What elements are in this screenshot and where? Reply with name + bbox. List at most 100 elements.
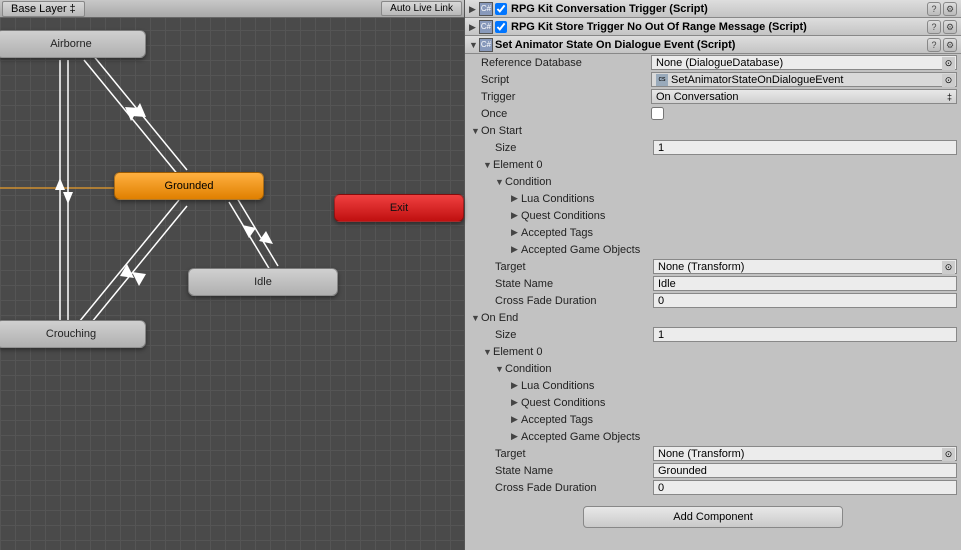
object-picker-icon[interactable]: ⊙: [942, 57, 955, 70]
foldout-accepted-tags[interactable]: ▶Accepted Tags: [465, 224, 961, 241]
object-picker-icon[interactable]: ⊙: [942, 448, 955, 461]
chevron-down-icon: ▼: [483, 347, 493, 357]
gear-icon[interactable]: ⚙: [943, 20, 957, 34]
gear-icon[interactable]: ⚙: [943, 38, 957, 52]
chevron-down-icon: ▼: [471, 313, 481, 323]
foldout-quest-conditions-end[interactable]: ▶Quest Conditions: [465, 394, 961, 411]
inspector-panel[interactable]: ▶ C# RPG Kit Conversation Trigger (Scrip…: [464, 0, 961, 550]
prop-label: Once: [481, 108, 651, 120]
foldout-on-end[interactable]: ▼ On End: [465, 309, 961, 326]
foldout-element-0-end[interactable]: ▼ Element 0: [465, 343, 961, 360]
script-icon: C#: [479, 20, 493, 34]
on-end-size-field[interactable]: [653, 327, 957, 342]
prop-reference-database: Reference Database None (DialogueDatabas…: [465, 54, 961, 71]
state-airborne[interactable]: Airborne: [0, 30, 146, 58]
state-grounded[interactable]: Grounded: [114, 172, 264, 200]
foldout-quest-conditions[interactable]: ▶Quest Conditions: [465, 207, 961, 224]
prop-cross-fade-start: Cross Fade Duration: [465, 292, 961, 309]
foldout-lua-conditions-end[interactable]: ▶Lua Conditions: [465, 377, 961, 394]
add-component-row: Add Component: [465, 496, 961, 538]
foldout-on-start[interactable]: ▼ On Start: [465, 122, 961, 139]
chevron-right-icon: ▶: [511, 244, 521, 255]
add-component-button[interactable]: Add Component: [583, 506, 843, 528]
component-enabled-checkbox[interactable]: [495, 21, 507, 33]
prop-label: Script: [481, 74, 651, 86]
animator-toolbar: Base Layer ‡ Auto Live Link: [0, 0, 464, 18]
target-field[interactable]: None (Transform)⊙: [653, 259, 957, 274]
foldout-icon[interactable]: ▶: [469, 4, 479, 15]
help-icon[interactable]: ?: [927, 20, 941, 34]
foldout-icon[interactable]: ▶: [469, 22, 479, 33]
reference-database-field[interactable]: None (DialogueDatabase) ⊙: [651, 55, 957, 70]
prop-script: Script cs SetAnimatorStateOnDialogueEven…: [465, 71, 961, 88]
state-crouching[interactable]: Crouching: [0, 320, 146, 348]
prop-state-name-end: State Name: [465, 462, 961, 479]
component-title: RPG Kit Conversation Trigger (Script): [511, 3, 925, 15]
chevron-right-icon: ▶: [511, 227, 521, 238]
prop-label: Target: [495, 261, 653, 273]
prop-on-end-size: Size: [465, 326, 961, 343]
prop-trigger: Trigger On Conversation: [465, 88, 961, 105]
state-name-field[interactable]: [653, 276, 957, 291]
chevron-right-icon: ▶: [511, 380, 521, 391]
script-icon: C#: [479, 2, 493, 16]
component-title: Set Animator State On Dialogue Event (Sc…: [495, 39, 925, 51]
prop-target-end: Target None (Transform)⊙: [465, 445, 961, 462]
prop-label: Cross Fade Duration: [495, 295, 653, 307]
foldout-accepted-objects-end[interactable]: ▶Accepted Game Objects: [465, 428, 961, 445]
prop-label: Target: [495, 448, 653, 460]
script-asset-icon: cs: [656, 74, 668, 86]
foldout-condition-end[interactable]: ▼ Condition: [465, 360, 961, 377]
foldout-lua-conditions[interactable]: ▶Lua Conditions: [465, 190, 961, 207]
prop-state-name-start: State Name: [465, 275, 961, 292]
auto-live-link-button[interactable]: Auto Live Link: [381, 1, 462, 16]
object-value: None (DialogueDatabase): [656, 57, 783, 69]
prop-label: Cross Fade Duration: [495, 482, 653, 494]
prop-cross-fade-end: Cross Fade Duration: [465, 479, 961, 496]
prop-label: State Name: [495, 465, 653, 477]
dropdown-icon: ‡: [69, 3, 75, 15]
cross-fade-field[interactable]: [653, 293, 957, 308]
component-title: RPG Kit Store Trigger No Out Of Range Me…: [511, 21, 925, 33]
component-enabled-checkbox[interactable]: [495, 3, 507, 15]
object-picker-icon[interactable]: ⊙: [942, 261, 955, 274]
object-value: SetAnimatorStateOnDialogueEvent: [671, 74, 843, 86]
prop-label: Reference Database: [481, 57, 651, 69]
help-icon[interactable]: ?: [927, 38, 941, 52]
foldout-accepted-objects[interactable]: ▶Accepted Game Objects: [465, 241, 961, 258]
state-exit[interactable]: Exit: [334, 194, 464, 222]
prop-label: Size: [495, 329, 653, 341]
prop-label: Size: [495, 142, 653, 154]
prop-once: Once: [465, 105, 961, 122]
component-header-conversation-trigger[interactable]: ▶ C# RPG Kit Conversation Trigger (Scrip…: [465, 0, 961, 18]
chevron-right-icon: ▶: [511, 193, 521, 204]
component-header-store-trigger[interactable]: ▶ C# RPG Kit Store Trigger No Out Of Ran…: [465, 18, 961, 36]
foldout-accepted-tags-end[interactable]: ▶Accepted Tags: [465, 411, 961, 428]
layer-dropdown[interactable]: Base Layer ‡: [2, 1, 85, 17]
foldout-condition-start[interactable]: ▼ Condition: [465, 173, 961, 190]
chevron-down-icon: ▼: [471, 126, 481, 136]
object-picker-icon[interactable]: ⊙: [942, 74, 955, 87]
script-icon: C#: [479, 38, 493, 52]
on-start-size-field[interactable]: [653, 140, 957, 155]
foldout-icon[interactable]: ▼: [469, 40, 479, 50]
trigger-dropdown[interactable]: On Conversation: [651, 89, 957, 104]
chevron-down-icon: ▼: [495, 177, 505, 187]
cross-fade-field[interactable]: [653, 480, 957, 495]
prop-target-start: Target None (Transform)⊙: [465, 258, 961, 275]
animator-panel[interactable]: Base Layer ‡ Auto Live Link Airborne Gro…: [0, 0, 464, 550]
prop-on-start-size: Size: [465, 139, 961, 156]
chevron-down-icon: ▼: [483, 160, 493, 170]
foldout-element-0-start[interactable]: ▼ Element 0: [465, 156, 961, 173]
state-name-field[interactable]: [653, 463, 957, 478]
component-header-set-animator-state[interactable]: ▼ C# Set Animator State On Dialogue Even…: [465, 36, 961, 54]
prop-label: Trigger: [481, 91, 651, 103]
gear-icon[interactable]: ⚙: [943, 2, 957, 16]
chevron-down-icon: ▼: [495, 364, 505, 374]
target-field[interactable]: None (Transform)⊙: [653, 446, 957, 461]
state-idle[interactable]: Idle: [188, 268, 338, 296]
chevron-right-icon: ▶: [511, 414, 521, 425]
once-checkbox[interactable]: [651, 107, 664, 120]
chevron-right-icon: ▶: [511, 397, 521, 408]
help-icon[interactable]: ?: [927, 2, 941, 16]
